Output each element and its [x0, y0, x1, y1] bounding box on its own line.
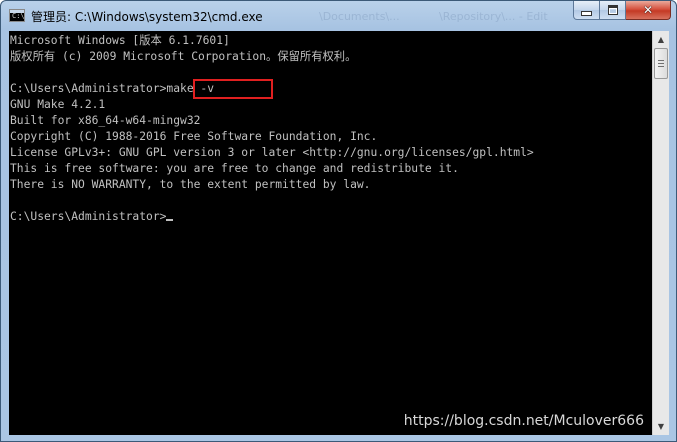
text-cursor [166, 219, 174, 221]
maximize-icon [607, 5, 618, 15]
vertical-scrollbar[interactable]: ▲ ▼ [652, 31, 669, 435]
watermark: https://blog.csdn.net/Mculover666 [403, 413, 644, 429]
background-window-title: \Documents\... [319, 10, 400, 23]
console-line: GNU Make 4.2.1 [10, 98, 106, 111]
console-line: 版权所有 (c) 2009 Microsoft Corporation。保留所有… [10, 50, 357, 63]
console-line: This is free software: you are free to c… [10, 162, 459, 175]
cmd-window: C:\ 管理员: C:\Windows\system32\cmd.exe \Do… [0, 0, 677, 442]
console-line: Microsoft Windows [版本 6.1.7601] [10, 34, 230, 47]
grip-line [658, 60, 664, 61]
console-text: Microsoft Windows [版本 6.1.7601] 版权所有 (c) … [9, 31, 652, 225]
cmd-icon[interactable]: C:\ [9, 9, 25, 22]
scroll-up-arrow-icon[interactable]: ▲ [653, 31, 669, 48]
console-line: License GPLv3+: GNU GPL version 3 or lat… [10, 146, 534, 159]
window-title: 管理员: C:\Windows\system32\cmd.exe [31, 10, 263, 24]
grip-line [658, 66, 664, 67]
caption-buttons: ✕ [573, 1, 671, 21]
console-prompt-line: C:\Users\Administrator> [10, 209, 652, 225]
grip-line [658, 63, 664, 64]
console-line: Built for x86_64-w64-mingw32 [10, 114, 201, 127]
background-window-title-2: \Repository\... - Edit [439, 10, 548, 23]
console-line: C:\Users\Administrator>make -v [10, 82, 215, 95]
scrollbar-thumb[interactable] [654, 48, 668, 79]
command-highlight-box [193, 79, 273, 99]
console-prompt: C:\Users\Administrator> [10, 210, 167, 223]
console-line: There is NO WARRANTY, to the extent perm… [10, 178, 371, 191]
minimize-button[interactable] [573, 1, 600, 20]
icon-glyph: C:\ [12, 12, 25, 20]
close-icon: ✕ [642, 3, 654, 17]
scroll-down-arrow-icon[interactable]: ▼ [653, 418, 669, 435]
console-output[interactable]: Microsoft Windows [版本 6.1.7601] 版权所有 (c) … [9, 31, 652, 435]
console-line: Copyright (C) 1988-2016 Free Software Fo… [10, 130, 378, 143]
minimize-icon [581, 10, 592, 16]
title-bar[interactable]: C:\ 管理员: C:\Windows\system32\cmd.exe \Do… [1, 1, 676, 31]
close-button[interactable]: ✕ [626, 1, 671, 20]
maximize-button[interactable] [600, 1, 626, 20]
